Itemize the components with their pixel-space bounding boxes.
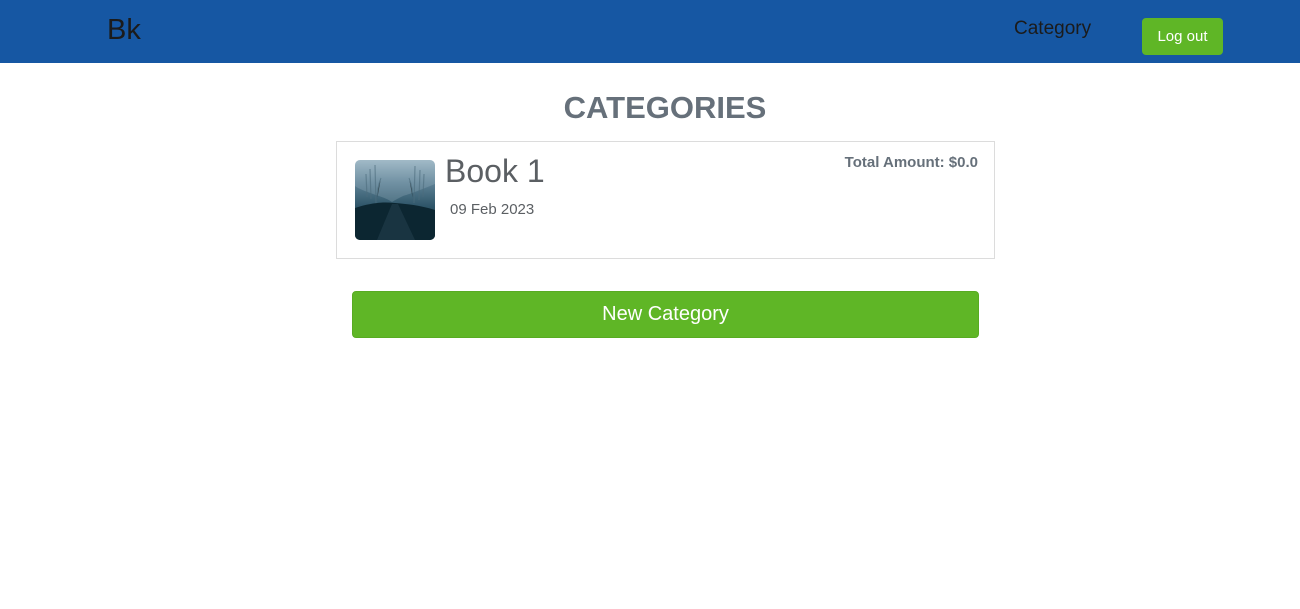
category-thumbnail <box>355 160 435 240</box>
nav-link-category[interactable]: Category <box>1014 17 1091 41</box>
category-total-amount: Total Amount: $0.0 <box>844 154 978 171</box>
category-date: 09 Feb 2023 <box>450 201 535 218</box>
brand-logo[interactable]: Bk <box>107 12 141 48</box>
category-name: Book 1 <box>445 153 545 189</box>
navbar: Bk Category Log out <box>0 0 1300 63</box>
new-category-button[interactable]: New Category <box>352 291 979 338</box>
logout-button[interactable]: Log out <box>1142 18 1223 55</box>
page-title: CATEGORIES <box>563 90 767 125</box>
foggy-forest-road-photo-icon <box>355 160 435 240</box>
category-card[interactable]: Book 1 09 Feb 2023 Total Amount: $0.0 <box>336 141 995 259</box>
